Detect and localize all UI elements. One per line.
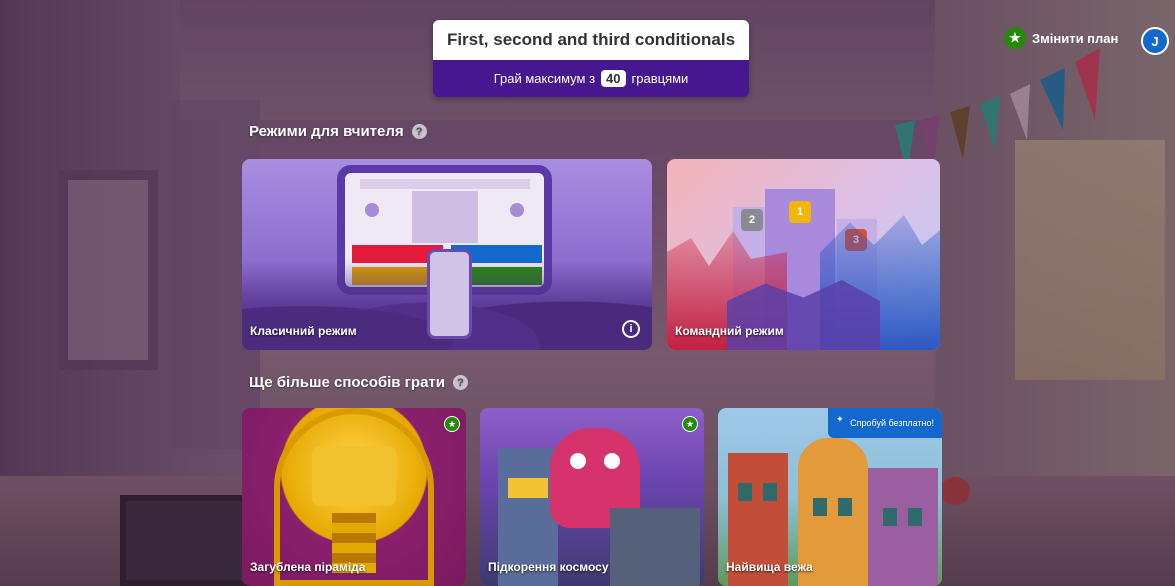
player-limit-suffix: гравцями: [631, 71, 689, 86]
sparkle-icon: ✦: [836, 414, 844, 424]
star-icon: ★: [444, 416, 460, 432]
change-plan-label: Змінити план: [1032, 30, 1119, 46]
space-conquest-card[interactable]: ★ Підкорення космосу: [480, 408, 704, 586]
help-icon[interactable]: ?: [453, 375, 469, 390]
kahoot-title: First, second and third conditionals: [433, 20, 749, 60]
tallest-tower-card[interactable]: ✦ Спробуй безплатно! Найвища вежа: [718, 408, 942, 586]
player-limit-prefix: Грай максимум з: [493, 71, 596, 86]
try-free-badge[interactable]: ✦ Спробуй безплатно!: [828, 408, 942, 438]
space-conquest-label: Підкорення космосу: [488, 560, 609, 574]
info-icon[interactable]: i: [622, 320, 640, 338]
teacher-modes-title: Режими для вчителя: [249, 123, 404, 140]
more-ways-heading: Ще більше способів грати ?: [249, 374, 469, 391]
player-count: 40: [601, 70, 626, 87]
more-ways-title: Ще більше способів грати: [249, 374, 446, 391]
avatar[interactable]: J: [1141, 27, 1169, 55]
golden-idol-illustration: [312, 446, 396, 506]
team-mode-label: Командний режим: [675, 324, 784, 338]
star-icon: ★: [682, 416, 698, 432]
first-place-medal-icon: 1: [789, 201, 811, 223]
classic-mode-card[interactable]: Класичний режим i: [242, 159, 652, 350]
phone-illustration: [427, 249, 472, 339]
tallest-tower-label: Найвища вежа: [726, 560, 813, 574]
change-plan-button[interactable]: ★ Змінити план: [1004, 26, 1118, 50]
kahoot-title-card: First, second and third conditionals Гра…: [433, 20, 749, 97]
classic-mode-label: Класичний режим: [250, 324, 357, 338]
lost-pyramid-label: Загублена піраміда: [250, 560, 366, 574]
lost-pyramid-card[interactable]: ★ Загублена піраміда: [242, 408, 466, 586]
team-mode-card[interactable]: 1 2 3 Командний режим: [667, 159, 940, 350]
try-free-label: Спробуй безплатно!: [850, 418, 934, 428]
teacher-modes-heading: Режими для вчителя ?: [249, 123, 427, 140]
help-icon[interactable]: ?: [411, 124, 427, 139]
player-limit: Грай максимум з 40 гравцями: [433, 60, 749, 97]
second-place-medal-icon: 2: [741, 209, 763, 231]
star-icon: ★: [1004, 27, 1026, 49]
